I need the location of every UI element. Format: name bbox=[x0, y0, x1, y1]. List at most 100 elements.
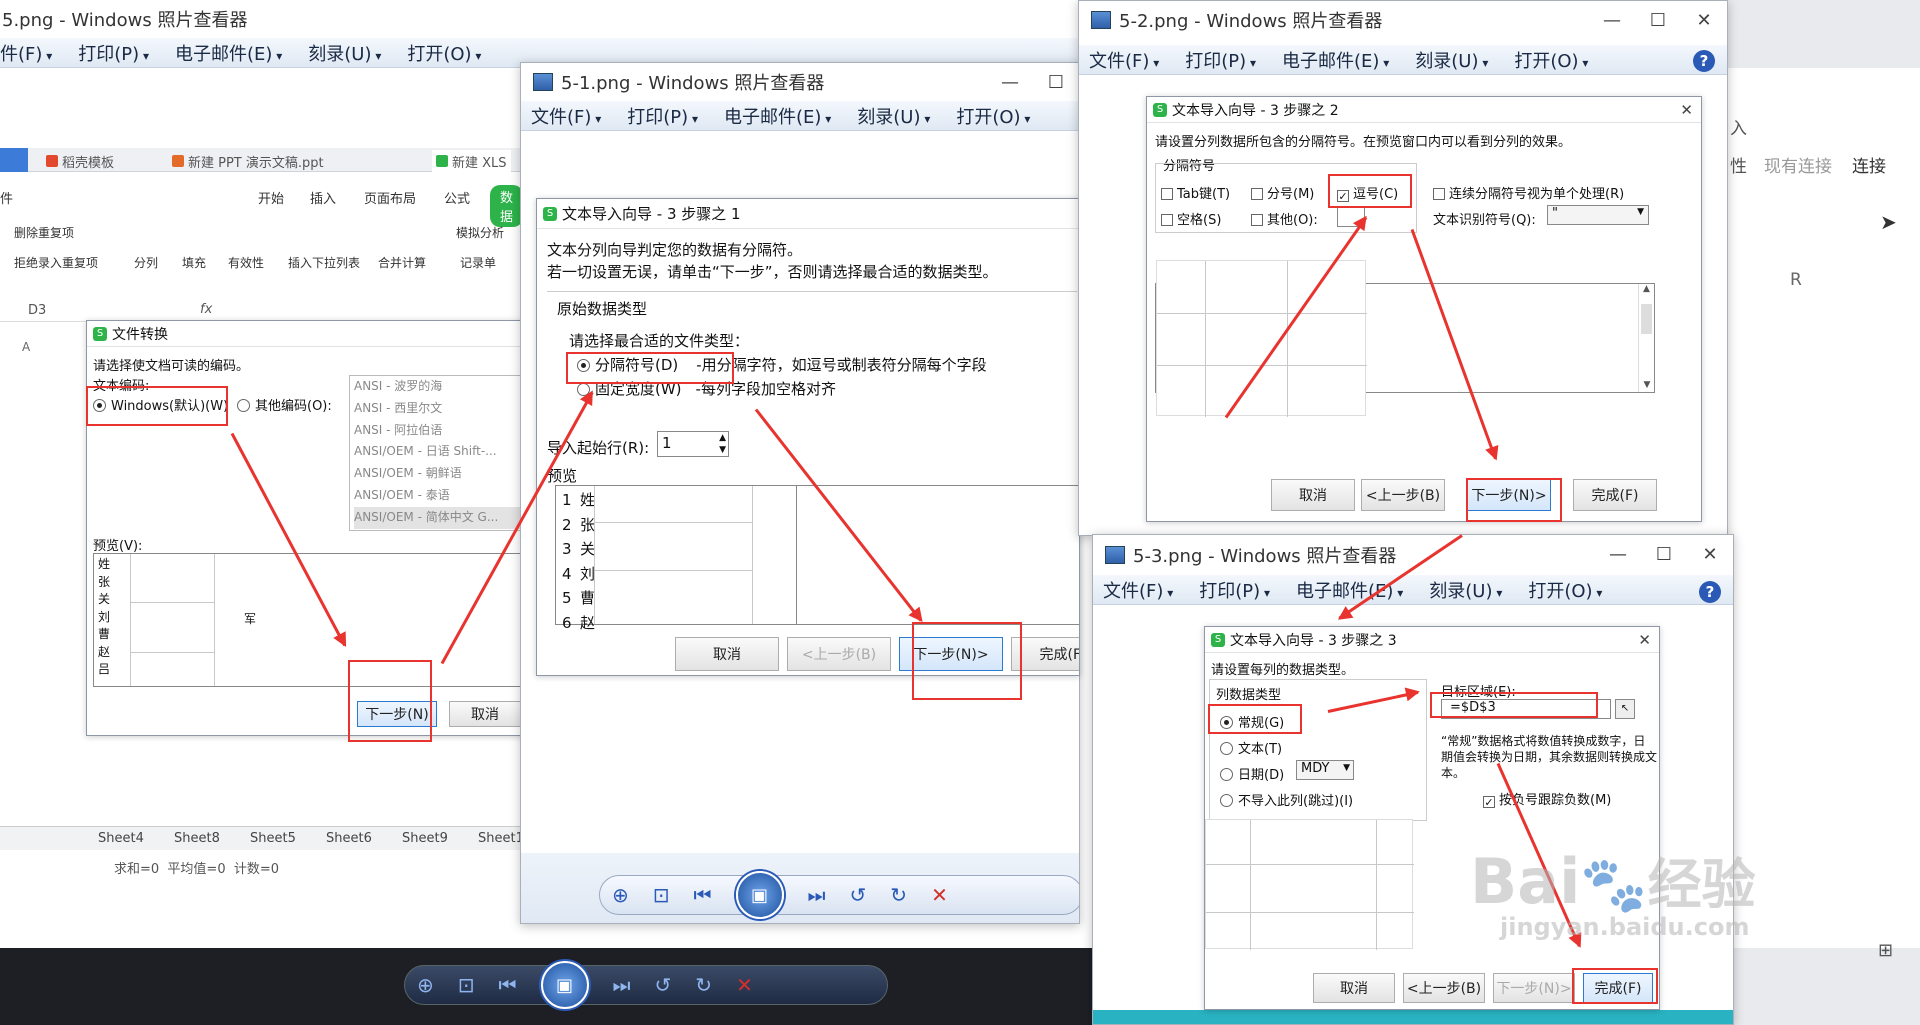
stepper-arrows-icon[interactable]: ▲ ▼ bbox=[719, 432, 726, 456]
fit-icon[interactable]: ⊡ bbox=[458, 973, 475, 997]
option-other-encoding[interactable]: 其他编码(O): bbox=[237, 395, 332, 414]
apps-icon[interactable]: ⊞ bbox=[1878, 940, 1893, 961]
wizard1-cancel-button[interactable]: 取消 bbox=[675, 637, 779, 671]
menu-open[interactable]: 打开(O) bbox=[407, 40, 481, 66]
rotate-right-icon[interactable]: ↻ bbox=[890, 883, 907, 907]
rotate-left-icon[interactable]: ↺ bbox=[655, 973, 672, 997]
encoding-item-selected[interactable]: ANSI/OEM - 简体中文 G... bbox=[354, 506, 524, 529]
baidu-watermark: Bai🐾经验 jingyan.baidu.com bbox=[1470, 840, 1756, 941]
encoding-item[interactable]: ANSI/OEM - 日语 Shift-... bbox=[354, 441, 524, 463]
checkbox-icon bbox=[1161, 188, 1173, 200]
menu-open[interactable]: 打开(O) bbox=[956, 103, 1030, 129]
start-row-stepper[interactable]: 1 ▲ ▼ bbox=[657, 431, 729, 457]
convert-cancel-button[interactable]: 取消 bbox=[449, 701, 521, 727]
window-controls: — ☐ bbox=[987, 63, 1079, 101]
delete-icon[interactable]: ✕ bbox=[736, 973, 753, 997]
wizard1-prev-button[interactable]: <上一步(B) bbox=[787, 637, 891, 671]
next-icon[interactable]: ⏭ bbox=[613, 973, 631, 997]
menu-burn[interactable]: 刻录(U) bbox=[857, 103, 930, 129]
maximize-icon[interactable]: ☐ bbox=[1033, 63, 1079, 101]
preview-scrollbar[interactable]: ▲ ▼ bbox=[1638, 284, 1654, 392]
maximize-icon[interactable]: ☐ bbox=[1641, 535, 1687, 573]
close-icon[interactable]: ✕ bbox=[1638, 631, 1651, 649]
encoding-item[interactable]: ANSI - 西里尔文 bbox=[354, 398, 524, 420]
menu-file[interactable]: 件(F) bbox=[0, 40, 52, 66]
menu-email[interactable]: 电子邮件(E) bbox=[1296, 577, 1403, 603]
wizard2-finish-button[interactable]: 完成(F) bbox=[1573, 479, 1657, 511]
option-text[interactable]: 文本(T) bbox=[1220, 738, 1282, 757]
slideshow-icon[interactable]: ▣ bbox=[735, 871, 784, 919]
checkbox-icon bbox=[1251, 188, 1263, 200]
menu-print[interactable]: 打印(P) bbox=[78, 40, 149, 66]
delimiter-tab[interactable]: Tab键(T) bbox=[1161, 183, 1230, 202]
minimize-icon[interactable]: — bbox=[1589, 1, 1635, 39]
encoding-item[interactable]: ANSI/OEM - 朝鲜语 bbox=[354, 463, 524, 485]
consecutive-delimiters[interactable]: 连续分隔符号视为单个处理(R) bbox=[1433, 183, 1624, 202]
wizard3-next-button[interactable]: 下一步(N)> bbox=[1493, 973, 1575, 1003]
help-icon[interactable]: ? bbox=[1693, 50, 1715, 72]
menu-burn[interactable]: 刻录(U) bbox=[1429, 577, 1502, 603]
wizard3-prev-button[interactable]: <上一步(B) bbox=[1403, 973, 1485, 1003]
menu-print[interactable]: 打印(P) bbox=[1199, 577, 1270, 603]
menu-email[interactable]: 电子邮件(E) bbox=[1282, 47, 1389, 73]
preview-row-numbers: 1 2 3 4 5 6 bbox=[562, 488, 572, 635]
wizard3-cancel-button[interactable]: 取消 bbox=[1313, 973, 1395, 1003]
range-picker-icon[interactable]: ↖ bbox=[1615, 699, 1635, 719]
minimize-icon[interactable]: — bbox=[1595, 535, 1641, 573]
minimize-icon[interactable]: — bbox=[987, 63, 1033, 101]
qualifier-select[interactable]: " ▼ bbox=[1547, 205, 1649, 225]
close-icon[interactable]: ✕ bbox=[1680, 101, 1693, 119]
dialog-title: 文本导入向导 - 3 步骤之 1 bbox=[562, 205, 741, 223]
menu-email[interactable]: 电子邮件(E) bbox=[724, 103, 831, 129]
slideshow-icon[interactable]: ▣ bbox=[540, 961, 589, 1009]
negative-sign-option[interactable]: ✓ 按负号跟踪负数(M) bbox=[1483, 789, 1611, 808]
fit-icon[interactable]: ⊡ bbox=[653, 883, 670, 907]
text-import-wizard-step1: S 文本导入向导 - 3 步骤之 1 文本分列向导判定您的数据有分隔符。 若一切设… bbox=[536, 198, 1080, 676]
encoding-item[interactable]: ANSI - 阿拉伯语 bbox=[354, 420, 524, 442]
option-label: 日期(D) bbox=[1238, 768, 1285, 783]
prev-icon[interactable]: ⏮ bbox=[694, 883, 712, 907]
close-icon[interactable]: ✕ bbox=[1681, 1, 1727, 39]
delimiter-space[interactable]: 空格(S) bbox=[1161, 209, 1221, 228]
preview-cell: 姓 bbox=[98, 557, 111, 571]
photo-viewer-icon bbox=[1091, 11, 1111, 29]
menu-burn[interactable]: 刻录(U) bbox=[1415, 47, 1488, 73]
menu-open[interactable]: 打开(O) bbox=[1528, 577, 1602, 603]
help-icon[interactable]: ? bbox=[1699, 581, 1721, 603]
checkbox-icon bbox=[1251, 214, 1263, 226]
wizard2-preview: ▲ ▼ bbox=[1155, 260, 1655, 417]
maximize-icon[interactable]: ☐ bbox=[1635, 1, 1681, 39]
close-icon[interactable]: ✕ bbox=[1687, 535, 1733, 573]
delimiter-other[interactable]: 其他(O): bbox=[1251, 209, 1318, 228]
chevron-down-icon: ▼ bbox=[1343, 763, 1350, 773]
menu-email[interactable]: 电子邮件(E) bbox=[175, 40, 282, 66]
wizard1-line2: 若一切设置无误，请单击“下一步”，否则请选择最合适的数据类型。 bbox=[547, 263, 998, 281]
menu-file[interactable]: 文件(F) bbox=[1103, 577, 1173, 603]
prev-icon[interactable]: ⏮ bbox=[499, 973, 517, 997]
option-date[interactable]: 日期(D) bbox=[1220, 764, 1284, 783]
menu-file[interactable]: 文件(F) bbox=[1089, 47, 1159, 73]
delete-icon[interactable]: ✕ bbox=[931, 883, 948, 907]
menu-print[interactable]: 打印(P) bbox=[1185, 47, 1256, 73]
menu-burn[interactable]: 刻录(U) bbox=[308, 40, 381, 66]
encoding-list[interactable]: ANSI - 波罗的海 ANSI - 西里尔文 ANSI - 阿拉伯语 ANSI… bbox=[349, 375, 525, 531]
rotate-left-icon[interactable]: ↺ bbox=[850, 883, 867, 907]
wizard2-prev-button[interactable]: <上一步(B) bbox=[1361, 479, 1445, 511]
tool-existing-connection[interactable]: 现有连接 bbox=[1764, 152, 1832, 177]
wizard2-cancel-button[interactable]: 取消 bbox=[1271, 479, 1355, 511]
rotate-right-icon[interactable]: ↻ bbox=[695, 973, 712, 997]
next-icon[interactable]: ⏭ bbox=[808, 883, 826, 907]
encoding-item[interactable]: ANSI/OEM - 泰语 bbox=[354, 485, 524, 507]
option-skip[interactable]: 不导入此列(跳过)(I) bbox=[1220, 790, 1353, 809]
delimiter-semicolon[interactable]: 分号(M) bbox=[1251, 183, 1314, 202]
menu-file[interactable]: 文件(F) bbox=[531, 103, 601, 129]
date-format-select[interactable]: MDY ▼ bbox=[1296, 760, 1354, 780]
zoom-icon[interactable]: ⊕ bbox=[612, 883, 629, 907]
preview-cell: 赵 bbox=[98, 644, 111, 659]
tool-connect[interactable]: 连接 bbox=[1852, 152, 1886, 177]
radio-icon bbox=[1220, 742, 1233, 755]
menu-open[interactable]: 打开(O) bbox=[1514, 47, 1588, 73]
menu-print[interactable]: 打印(P) bbox=[627, 103, 698, 129]
zoom-icon[interactable]: ⊕ bbox=[417, 973, 434, 997]
encoding-item[interactable]: ANSI - 波罗的海 bbox=[354, 376, 524, 398]
